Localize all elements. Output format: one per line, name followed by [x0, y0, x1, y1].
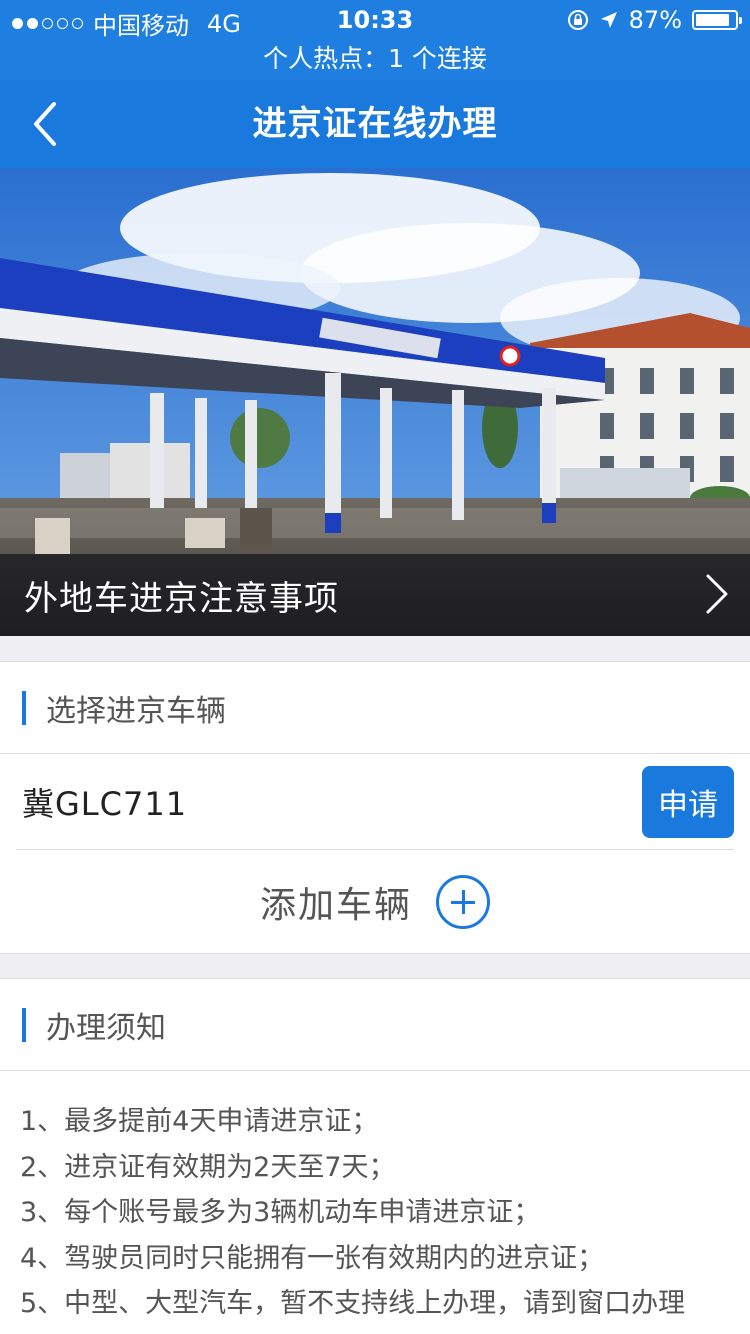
vehicle-section-title: 选择进京车辆 — [46, 693, 226, 729]
vehicle-section: 选择进京车辆 冀GLC711 申请 添加车辆 — [0, 661, 750, 954]
location-arrow-icon — [600, 12, 617, 28]
hotspot-bar[interactable]: 个人热点：1 个连接 — [0, 40, 750, 80]
battery-percent: 87% — [628, 6, 682, 34]
notice-item: 5、中型、大型汽车，暂不支持线上办理，请到窗口办理 — [20, 1288, 686, 1319]
page-title: 进京证在线办理 — [252, 104, 498, 144]
add-vehicle-button[interactable]: 添加车辆 — [0, 850, 750, 954]
plus-circle-icon — [436, 875, 490, 929]
notice-section-title: 办理须知 — [46, 1010, 166, 1046]
notice-list: 1、最多提前4天申请进京证； 2、进京证有效期为2天至7天； 3、每个账号最多为… — [0, 1071, 750, 1327]
vehicle-plate: 冀GLC711 — [22, 784, 188, 823]
nav-bar: 进京证在线办理 — [0, 80, 750, 168]
banner-caption: 外地车进京注意事项 — [24, 578, 339, 619]
add-vehicle-label: 添加车辆 — [259, 885, 412, 926]
banner-caption-bar[interactable]: 外地车进京注意事项 — [0, 554, 750, 636]
vehicle-row[interactable]: 冀GLC711 申请 — [16, 754, 734, 850]
battery-icon — [692, 10, 742, 30]
banner[interactable]: 外地车进京注意事项 — [0, 168, 750, 636]
notice-item: 1、最多提前4天申请进京证； — [20, 1106, 379, 1137]
notice-item: 2、进京证有效期为2天至7天； — [20, 1151, 396, 1183]
status-bar: 中国移动 4G 10:33 87% — [0, 0, 750, 40]
vehicle-section-header: 选择进京车辆 — [0, 662, 750, 754]
hotspot-text: 个人热点：1 个连接 — [263, 44, 487, 73]
notice-item: 3、每个账号最多为3辆机动车申请进京证； — [20, 1197, 541, 1228]
apply-button[interactable]: 申请 — [642, 765, 734, 838]
section-marker — [22, 1007, 26, 1042]
rotation-lock-icon — [567, 10, 588, 30]
chevron-right-icon — [706, 574, 728, 614]
notice-section: 办理须知 1、最多提前4天申请进京证； 2、进京证有效期为2天至7天； 3、每个… — [0, 978, 750, 1334]
notice-item: 4、驾驶员同时只能拥有一张有效期内的进京证； — [20, 1242, 605, 1274]
notice-section-header: 办理须知 — [0, 979, 750, 1071]
section-marker — [22, 690, 26, 725]
